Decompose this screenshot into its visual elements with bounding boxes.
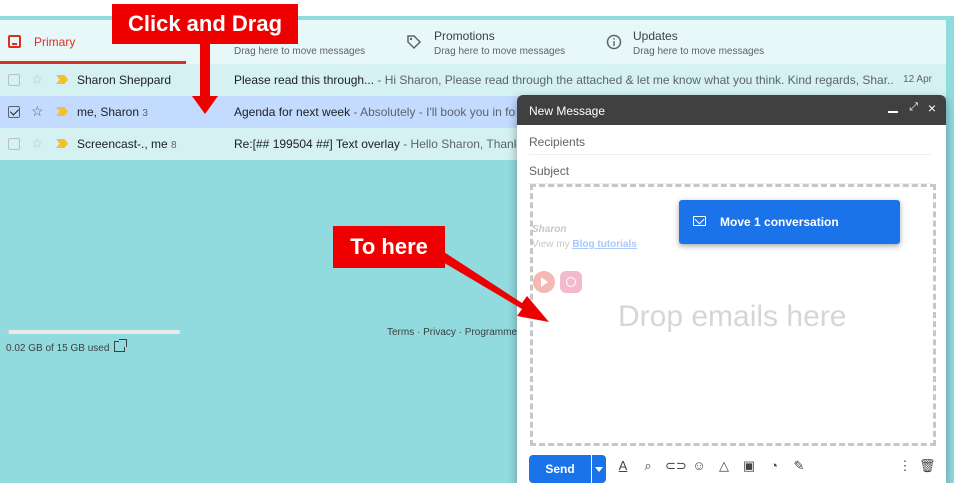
annotation-arrows bbox=[192, 44, 549, 322]
arrow-to-dropzone bbox=[436, 252, 549, 322]
annotation-to-here: To here bbox=[333, 226, 445, 268]
annotation-click-and-drag: Click and Drag bbox=[112, 4, 298, 44]
arrow-down bbox=[192, 44, 218, 114]
